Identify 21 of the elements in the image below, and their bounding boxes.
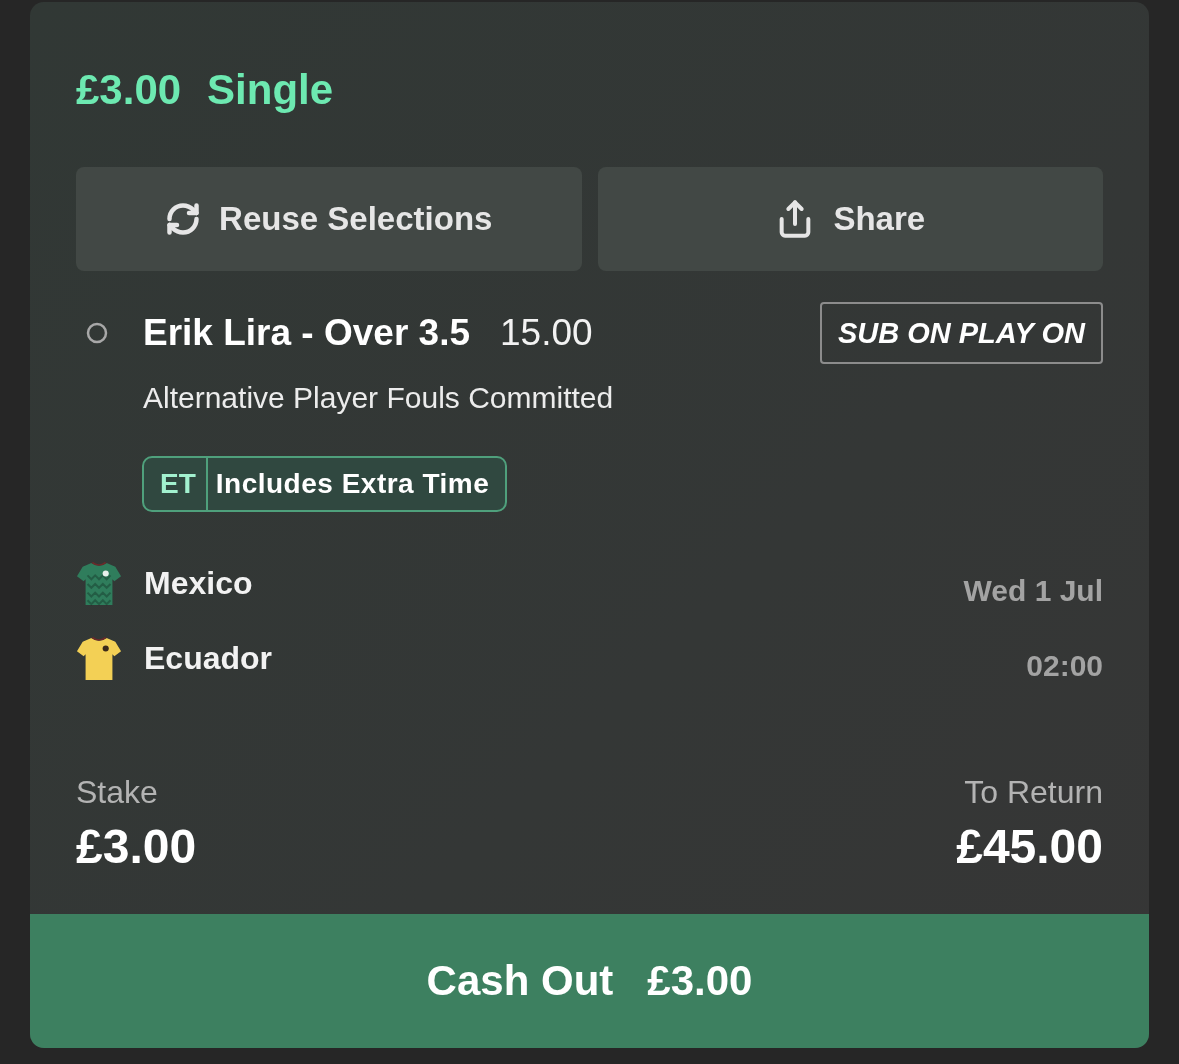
event-time: 02:00 (1026, 647, 1103, 684)
tag-label: Includes Extra Time (214, 467, 491, 501)
sub-on-play-on-badge: SUB ON PLAY ON (819, 302, 1103, 364)
reuse-selections-button[interactable]: Reuse Selections (76, 167, 582, 271)
market-name: Alternative Player Fouls Committed (143, 380, 615, 416)
total-label: To Return (964, 774, 1103, 811)
team-name: Mexico (144, 565, 253, 602)
total-label: Stake (76, 774, 158, 811)
team-name: Ecuador (144, 640, 273, 677)
total-value: £3.00 (76, 819, 197, 874)
cash-out-button[interactable]: Cash Out £3.00 (30, 914, 1149, 1048)
bet-type: Single (207, 66, 334, 114)
event-date: Wed 1 Jul (963, 572, 1103, 609)
total-value: £45.00 (956, 819, 1103, 874)
status-ring-icon (86, 322, 108, 344)
share-button[interactable]: Share (597, 167, 1103, 271)
refresh-icon (165, 201, 202, 237)
tag-code: ET (144, 458, 208, 510)
bet-stake: £3.00 (76, 66, 182, 114)
selection-odds: 15.00 (500, 312, 593, 354)
selection-title: Erik Lira - Over 3.5 (143, 312, 470, 354)
